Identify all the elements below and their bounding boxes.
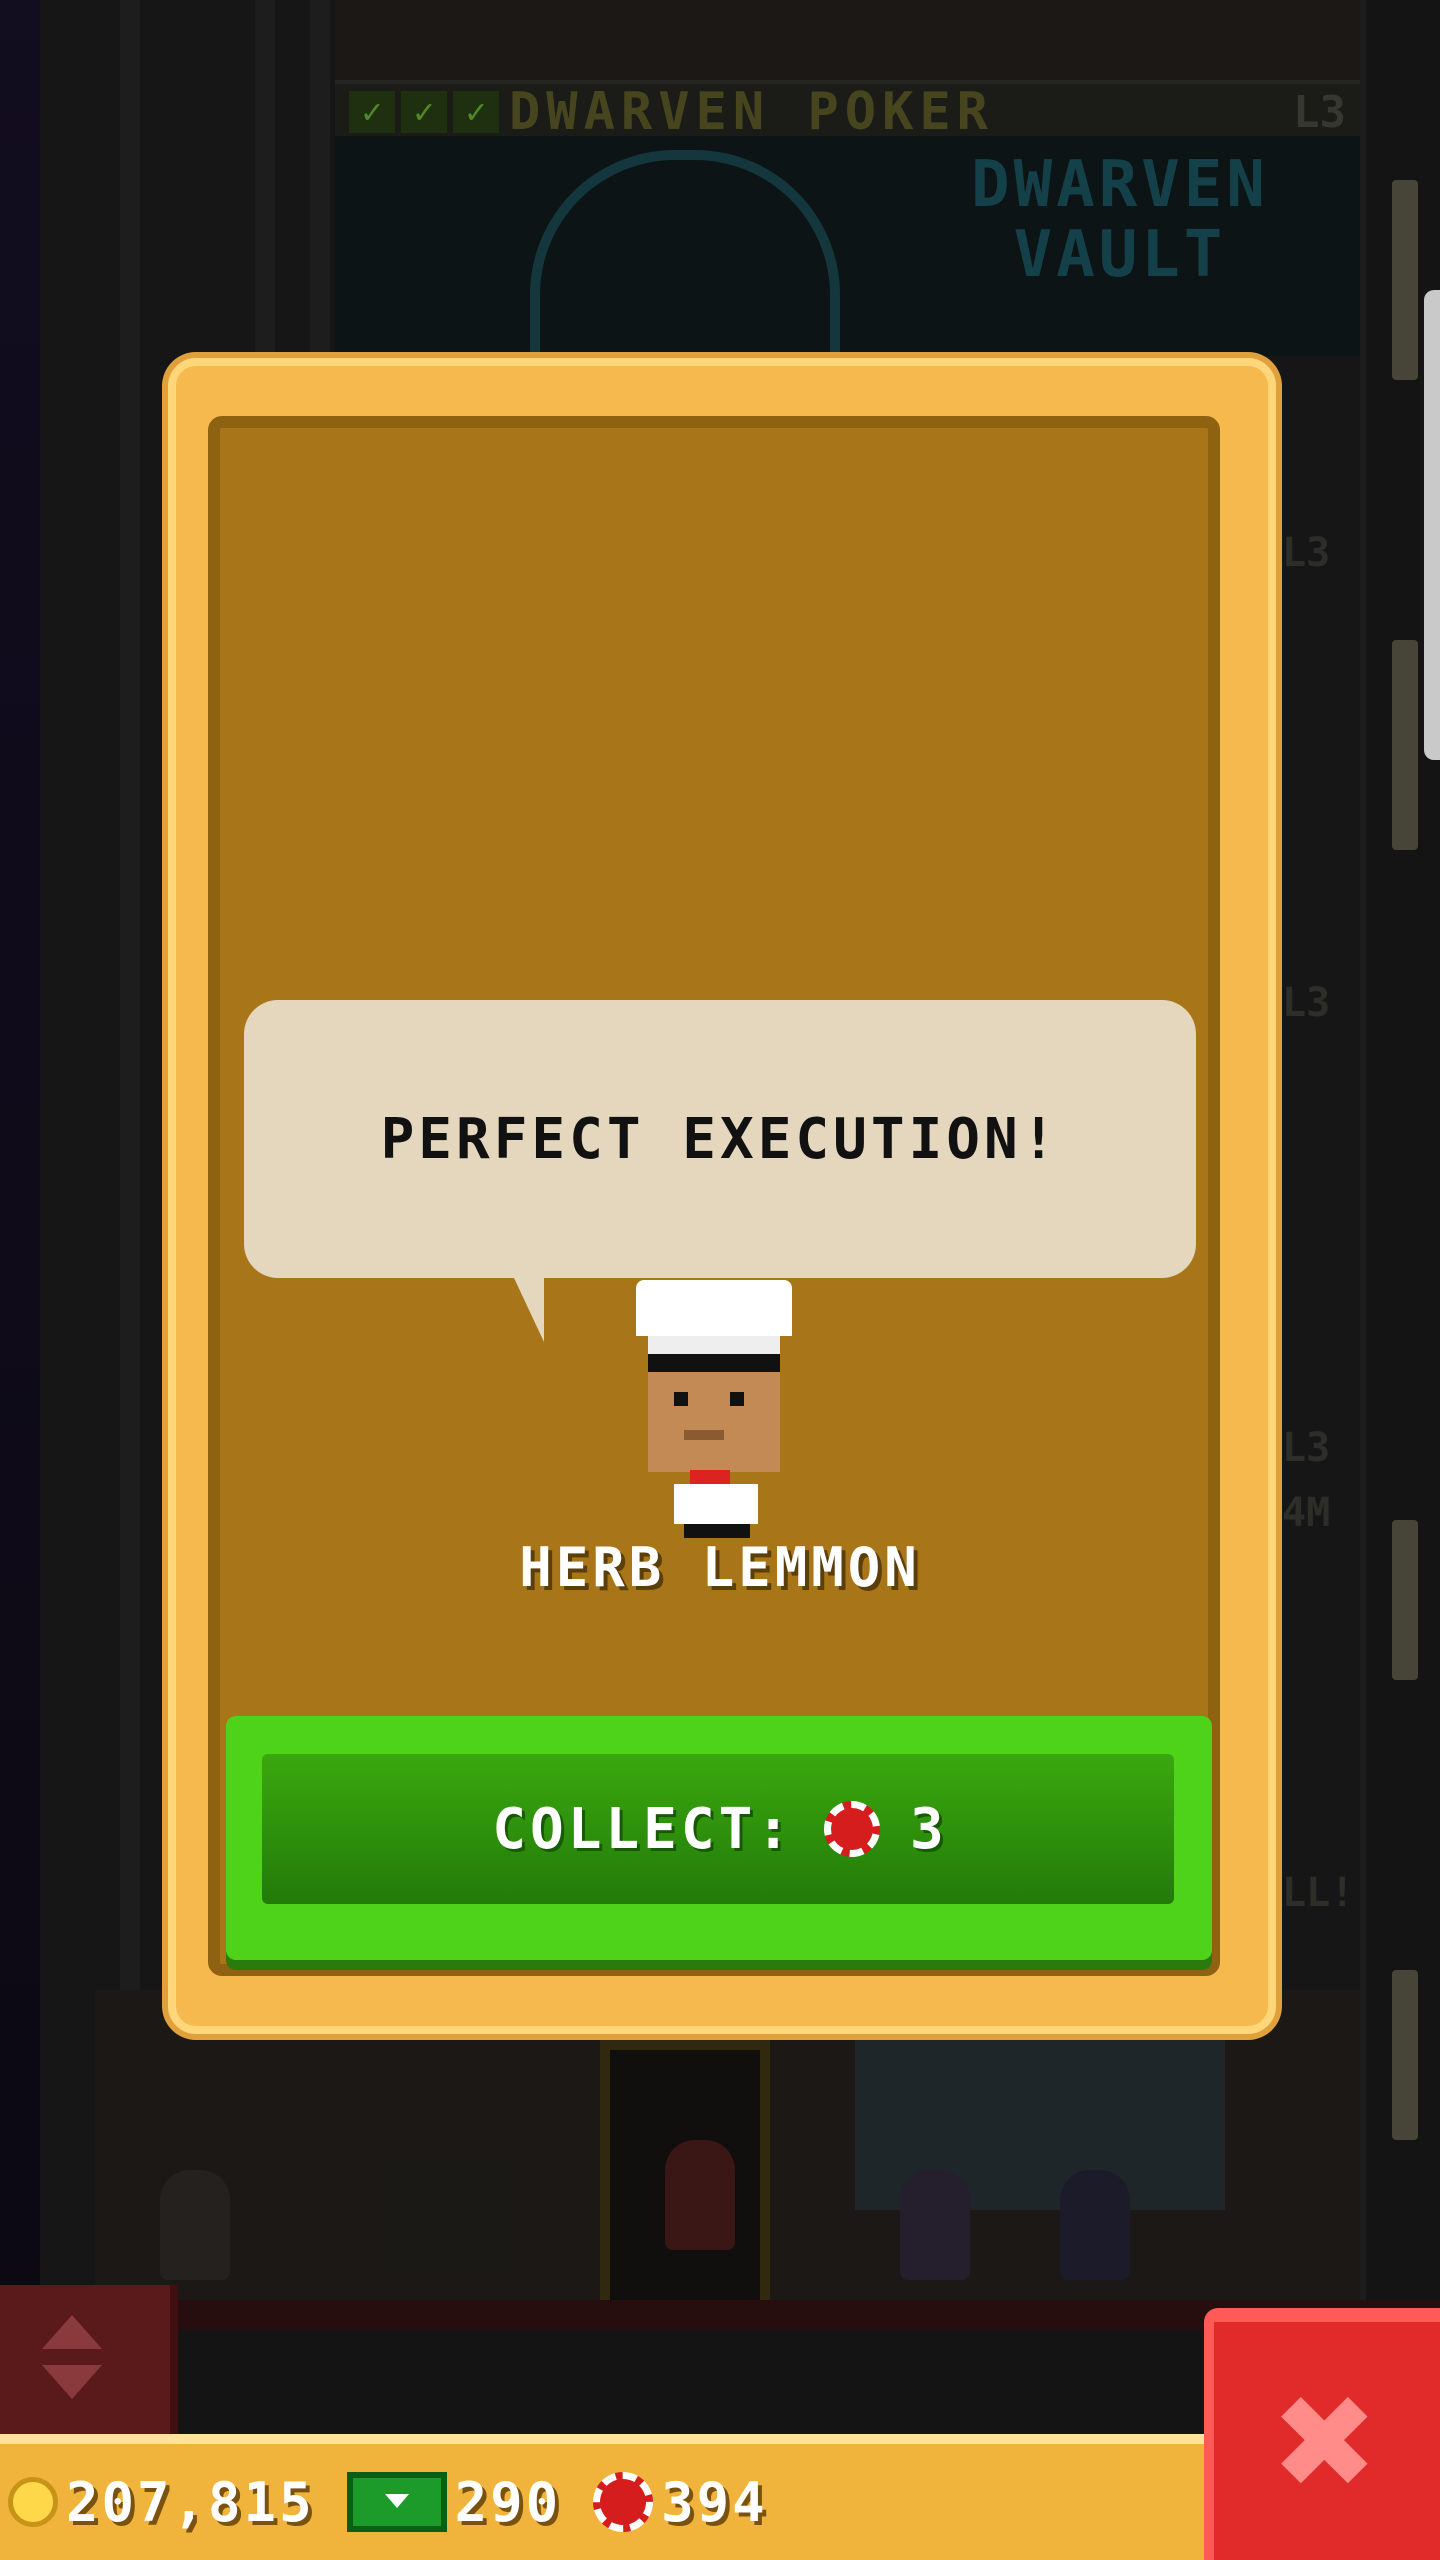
chef-coat (674, 1484, 758, 1524)
elevator-button[interactable] (0, 2285, 178, 2435)
collect-button[interactable]: COLLECT: 3 (226, 1716, 1212, 1960)
chef-hair (648, 1354, 780, 1372)
chips-value: 394 (661, 2470, 768, 2534)
collect-button-face[interactable]: COLLECT: 3 (262, 1754, 1174, 1904)
bux-value: 290 (454, 2470, 562, 2534)
chip-icon (824, 1801, 880, 1857)
bux-counter[interactable]: 290 (329, 2471, 562, 2534)
close-icon: ✖ (1275, 2342, 1379, 2540)
close-button[interactable]: ✖ (1204, 2308, 1440, 2560)
collect-amount: 3 (910, 1796, 944, 1862)
arrow-up-icon (42, 2315, 102, 2349)
speech-bubble: PERFECT EXECUTION! (244, 1000, 1196, 1342)
speech-text: PERFECT EXECUTION! (380, 1106, 1060, 1172)
chef-eye (674, 1392, 688, 1406)
chef-hat (636, 1280, 792, 1336)
chef-sprite (634, 1280, 794, 1538)
edge-panel-handle[interactable] (1424, 290, 1440, 760)
chips-counter[interactable]: 394 (575, 2471, 768, 2534)
chip-icon (593, 2472, 654, 2532)
chef-face (648, 1372, 780, 1472)
coins-counter[interactable]: 207,815 (8, 2471, 315, 2534)
coins-value: 207,815 (66, 2470, 315, 2534)
coin-icon (8, 2477, 58, 2527)
chef-eye (730, 1392, 744, 1406)
character-name: HERB LEMMON (519, 1536, 921, 1599)
chef-mouth (684, 1430, 724, 1440)
arrow-down-icon (42, 2365, 102, 2399)
collect-label: COLLECT: (492, 1796, 794, 1862)
bux-icon (346, 2472, 447, 2532)
chef-scarf (690, 1470, 730, 1484)
